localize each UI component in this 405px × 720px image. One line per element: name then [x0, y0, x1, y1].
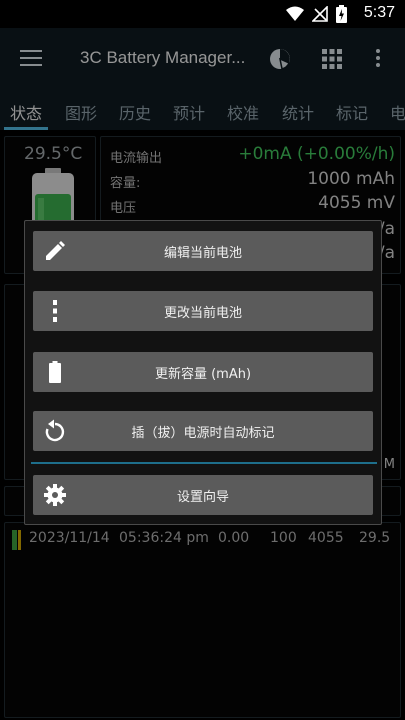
- update-capacity-label: 更新容量 (mAh): [154, 367, 252, 382]
- change-battery-label: 更改当前电池: [163, 306, 242, 321]
- auto-mark-label: 插（拔）电源时自动标记: [131, 426, 275, 441]
- battery-charging-icon: [336, 5, 347, 23]
- status-time: 5:37: [363, 4, 395, 21]
- dialog-divider: [31, 462, 377, 464]
- setup-wizard-label: 设置向导: [176, 490, 229, 505]
- status-bar: 5:37: [0, 0, 405, 28]
- no-signal-icon: [312, 6, 328, 22]
- change-battery-button[interactable]: 更改当前电池: [33, 291, 373, 331]
- wifi-icon: [286, 6, 304, 21]
- update-capacity-button[interactable]: 更新容量 (mAh): [33, 352, 373, 392]
- battery-options-dialog: 编辑当前电池 更改当前电池 更新容量 (mAh) 插（拔）电源时自动标记 设置向…: [24, 220, 382, 525]
- setup-wizard-button[interactable]: 设置向导: [33, 475, 373, 515]
- edit-battery-label: 编辑当前电池: [163, 246, 242, 261]
- status-icons: [286, 5, 347, 23]
- auto-mark-button[interactable]: 插（拔）电源时自动标记: [33, 411, 373, 451]
- edit-battery-button[interactable]: 编辑当前电池: [33, 231, 373, 271]
